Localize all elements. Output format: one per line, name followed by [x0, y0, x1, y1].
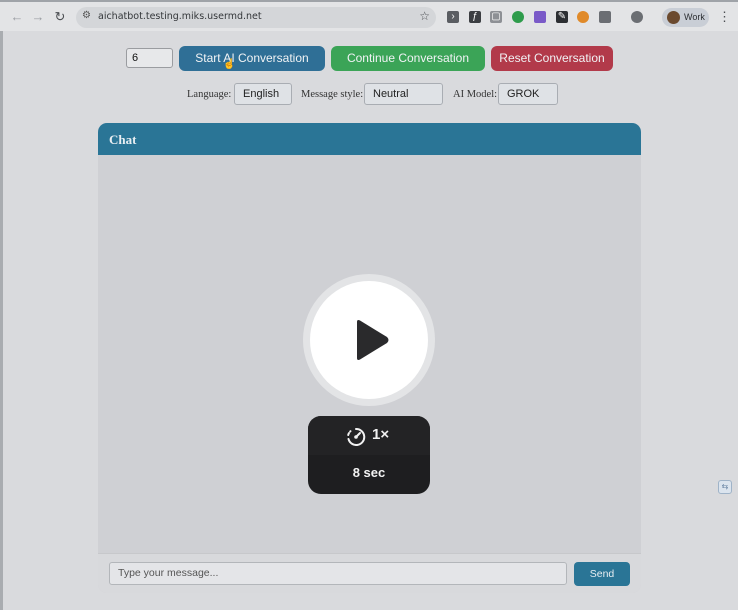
video-duration: 8 sec [352, 465, 386, 480]
speed-control[interactable]: 1× [308, 416, 430, 455]
chat-header: Chat [98, 123, 641, 155]
message-input[interactable]: Type your message... [109, 562, 567, 585]
language-label: Language: [187, 89, 232, 100]
window-edge [0, 31, 3, 610]
side-widget-icon[interactable]: ⇆ [718, 480, 732, 494]
extension-icon-2[interactable]: ƒ [469, 11, 481, 23]
url-text: aichatbot.testing.miks.usermd.net [98, 11, 262, 22]
extension-icon-1[interactable]: › [447, 11, 459, 23]
continue-conversation-button[interactable]: Continue Conversation [331, 46, 485, 71]
extension-icon-3[interactable]: ▢ [490, 11, 502, 23]
ai-model-select[interactable]: GROK [498, 83, 558, 105]
play-button[interactable] [310, 281, 428, 399]
extensions-puzzle-icon[interactable] [599, 11, 611, 23]
extension-icon-5[interactable] [534, 11, 546, 23]
message-count-input[interactable]: 6 [126, 48, 173, 68]
hand-cursor-icon: ☝ [223, 59, 236, 70]
chat-title: Chat [109, 132, 137, 147]
send-button[interactable]: Send [574, 562, 630, 586]
browser-toolbar: ← → ↻ ⚙ aichatbot.testing.miks.usermd.ne… [0, 0, 738, 31]
forward-icon[interactable]: → [29, 8, 47, 26]
address-bar[interactable]: ⚙ aichatbot.testing.miks.usermd.net ☆ [76, 7, 436, 28]
screenshot-icon[interactable] [631, 11, 643, 23]
language-select[interactable]: English [234, 83, 292, 105]
message-style-select[interactable]: Neutral [364, 83, 443, 105]
back-icon[interactable]: ← [8, 8, 26, 26]
evernote-icon[interactable] [512, 11, 524, 23]
start-conversation-button[interactable]: Start AI Conversation [179, 46, 325, 71]
playback-speed-label: 1× [372, 426, 390, 443]
site-settings-icon[interactable]: ⚙ [82, 10, 91, 21]
browser-menu-icon[interactable]: ⋮ [718, 9, 731, 25]
avatar [667, 11, 680, 24]
message-input-placeholder: Type your message... [118, 567, 219, 579]
chat-input-bar: Type your message... Send [98, 553, 641, 593]
bookmark-star-icon[interactable]: ☆ [419, 9, 430, 23]
playback-speed-icon [347, 427, 366, 446]
ai-model-label: AI Model: [453, 89, 498, 100]
reset-conversation-button[interactable]: Reset Conversation [491, 46, 613, 71]
message-style-label: Message style: [301, 89, 364, 100]
play-icon [357, 320, 389, 360]
extension-icon-7[interactable] [577, 11, 589, 23]
profile-chip[interactable]: Work [662, 8, 709, 27]
color-picker-icon[interactable]: ✎ [556, 11, 568, 23]
profile-label: Work [684, 12, 705, 22]
reload-icon[interactable]: ↻ [51, 8, 69, 26]
playback-panel: 1× 8 sec [308, 416, 430, 494]
